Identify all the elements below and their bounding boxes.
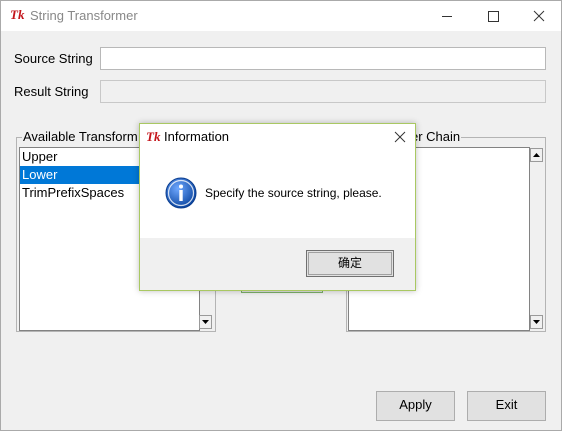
scroll-up-icon (533, 153, 540, 157)
available-transforms-title: Available Transform (22, 129, 139, 144)
source-label: Source String (14, 51, 93, 66)
close-icon (533, 10, 545, 22)
tk-logo-icon: Tk (10, 7, 25, 22)
minimize-icon (442, 16, 452, 17)
scroll-down-button[interactable] (530, 315, 543, 329)
dialog-message: Specify the source string, please. (205, 186, 382, 200)
tk-logo-icon: Tk (146, 129, 161, 144)
close-icon (394, 131, 406, 143)
info-icon (165, 177, 197, 209)
scroll-down-icon (533, 320, 540, 324)
maximize-button[interactable] (470, 1, 516, 31)
dialog-title: Information (164, 129, 230, 144)
apply-button[interactable]: Apply (376, 391, 455, 421)
result-label: Result String (14, 84, 89, 99)
dialog-title-bar[interactable]: Tk Information (140, 124, 415, 150)
result-field (100, 80, 546, 103)
source-input[interactable] (100, 47, 546, 70)
title-bar[interactable]: Tk String Transformer (1, 1, 561, 31)
minimize-button[interactable] (424, 1, 470, 31)
ok-button[interactable]: 确定 (306, 250, 394, 277)
information-dialog: Tk Information Specify the source string… (139, 123, 416, 291)
close-button[interactable] (515, 1, 561, 31)
scroll-up-button[interactable] (530, 148, 543, 162)
window-title: String Transformer (30, 8, 138, 23)
dialog-close-button[interactable] (390, 128, 410, 146)
main-window: Tk String Transformer Source String Resu… (0, 0, 562, 431)
maximize-icon (488, 11, 499, 22)
dialog-body: Specify the source string, please. (140, 150, 415, 238)
exit-button[interactable]: Exit (467, 391, 546, 421)
scroll-down-button[interactable] (199, 315, 212, 329)
transformer-chain-title: er Chain (410, 129, 462, 144)
scroll-down-icon (202, 320, 209, 324)
